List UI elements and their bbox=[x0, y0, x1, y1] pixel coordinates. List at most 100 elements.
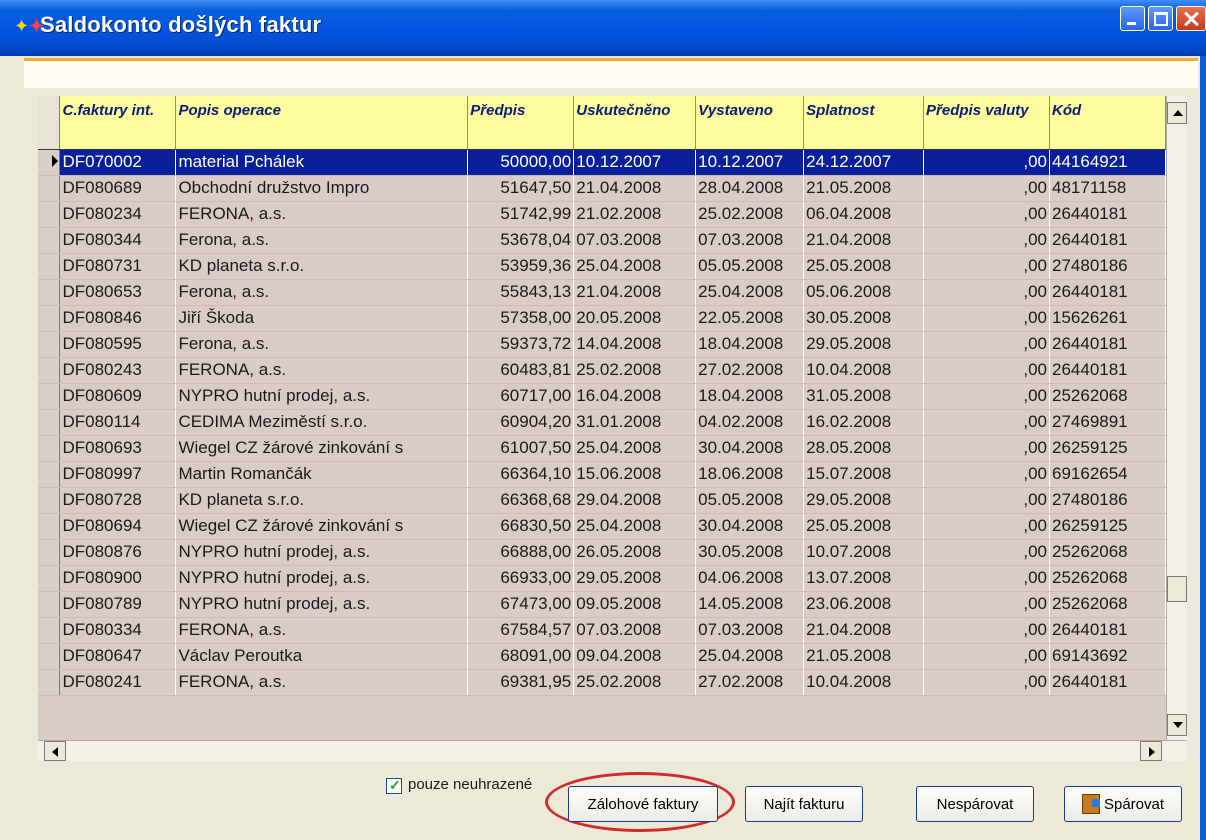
table-cell[interactable]: DF080647 bbox=[59, 643, 177, 670]
table-cell[interactable]: 26440181 bbox=[1049, 227, 1166, 254]
row-indicator[interactable] bbox=[38, 253, 61, 280]
table-cell[interactable]: Wiegel CZ žárové zinkování s bbox=[175, 513, 469, 540]
row-indicator[interactable] bbox=[38, 565, 61, 592]
horizontal-scrollbar[interactable] bbox=[38, 740, 1186, 761]
table-cell[interactable]: Václav Peroutka bbox=[175, 643, 469, 670]
table-cell[interactable]: ,00 bbox=[923, 669, 1050, 696]
table-cell[interactable]: DF080653 bbox=[59, 279, 177, 306]
row-indicator[interactable] bbox=[38, 409, 61, 436]
row-indicator[interactable] bbox=[38, 461, 61, 488]
table-cell[interactable]: 04.02.2008 bbox=[695, 409, 805, 436]
table-cell[interactable]: 69162654 bbox=[1049, 461, 1166, 488]
row-indicator[interactable] bbox=[38, 175, 61, 202]
table-cell[interactable]: 18.06.2008 bbox=[695, 461, 805, 488]
table-row[interactable]: DF080344 Ferona, a.s. 53678,04 07.03.2008 07… bbox=[38, 227, 1166, 254]
table-cell[interactable]: DF080846 bbox=[59, 305, 177, 332]
table-cell[interactable]: 29.05.2008 bbox=[803, 487, 925, 514]
table-cell[interactable]: 10.04.2008 bbox=[803, 669, 925, 696]
table-row[interactable]: DF080693 Wiegel CZ žárové zinkování s 6100… bbox=[38, 435, 1166, 462]
table-cell[interactable]: 07.03.2008 bbox=[695, 227, 805, 254]
maximize-button[interactable] bbox=[1148, 6, 1173, 31]
table-cell[interactable]: 26259125 bbox=[1049, 513, 1166, 540]
table-cell[interactable]: 60483,81 bbox=[467, 357, 575, 384]
pair-button[interactable]: Spárovat bbox=[1064, 786, 1182, 822]
table-cell[interactable]: 26440181 bbox=[1049, 617, 1166, 644]
table-cell[interactable]: ,00 bbox=[923, 565, 1050, 592]
table-cell[interactable]: 15.07.2008 bbox=[803, 461, 925, 488]
table-cell[interactable]: 27480186 bbox=[1049, 487, 1166, 514]
table-cell[interactable]: 18.04.2008 bbox=[695, 331, 805, 358]
table-cell[interactable]: DF080789 bbox=[59, 591, 177, 618]
table-cell[interactable]: NYPRO hutní prodej, a.s. bbox=[175, 539, 469, 566]
table-cell[interactable]: 21.02.2008 bbox=[573, 201, 697, 228]
row-indicator[interactable] bbox=[38, 487, 61, 514]
row-indicator[interactable] bbox=[38, 539, 61, 566]
table-cell[interactable]: ,00 bbox=[923, 227, 1050, 254]
table-cell[interactable]: 29.05.2008 bbox=[573, 565, 697, 592]
table-cell[interactable]: DF080689 bbox=[59, 175, 177, 202]
table-cell[interactable]: 05.05.2008 bbox=[695, 487, 805, 514]
scroll-down-button[interactable] bbox=[1167, 714, 1187, 736]
table-cell[interactable]: Ferona, a.s. bbox=[175, 331, 469, 358]
table-cell[interactable]: 30.05.2008 bbox=[803, 305, 925, 332]
table-cell[interactable]: NYPRO hutní prodej, a.s. bbox=[175, 565, 469, 592]
table-cell[interactable]: 28.04.2008 bbox=[695, 175, 805, 202]
row-indicator[interactable] bbox=[38, 357, 61, 384]
table-cell[interactable]: ,00 bbox=[923, 539, 1050, 566]
scroll-up-button[interactable] bbox=[1167, 102, 1187, 124]
table-row[interactable]: DF080234 FERONA, a.s. 51742,99 21.02.2008 25… bbox=[38, 201, 1166, 228]
table-cell[interactable]: ,00 bbox=[923, 149, 1050, 176]
table-cell[interactable]: ,00 bbox=[923, 409, 1050, 436]
table-cell[interactable]: DF080693 bbox=[59, 435, 177, 462]
table-row[interactable]: DF080647 Václav Peroutka 68091,00 09.04.200… bbox=[38, 643, 1166, 670]
table-cell[interactable]: 10.12.2007 bbox=[573, 149, 697, 176]
table-cell[interactable]: 27469891 bbox=[1049, 409, 1166, 436]
table-cell[interactable]: DF080344 bbox=[59, 227, 177, 254]
column-header[interactable]: Uskutečněno bbox=[573, 96, 697, 150]
table-cell[interactable]: 51647,50 bbox=[467, 175, 575, 202]
table-cell[interactable]: 06.04.2008 bbox=[803, 201, 925, 228]
table-cell[interactable]: 05.06.2008 bbox=[803, 279, 925, 306]
table-cell[interactable]: 30.04.2008 bbox=[695, 513, 805, 540]
table-cell[interactable]: ,00 bbox=[923, 279, 1050, 306]
table-cell[interactable]: 21.04.2008 bbox=[803, 227, 925, 254]
table-cell[interactable]: 57358,00 bbox=[467, 305, 575, 332]
table-cell[interactable]: 30.05.2008 bbox=[695, 539, 805, 566]
table-cell[interactable]: ,00 bbox=[923, 487, 1050, 514]
column-header[interactable]: Předpis valuty bbox=[923, 96, 1050, 150]
table-cell[interactable]: 66364,10 bbox=[467, 461, 575, 488]
table-cell[interactable]: DF080334 bbox=[59, 617, 177, 644]
table-cell[interactable]: 67584,57 bbox=[467, 617, 575, 644]
column-header[interactable]: Kód bbox=[1049, 96, 1166, 150]
table-cell[interactable]: 31.05.2008 bbox=[803, 383, 925, 410]
table-cell[interactable]: Ferona, a.s. bbox=[175, 227, 469, 254]
table-cell[interactable]: 28.05.2008 bbox=[803, 435, 925, 462]
table-cell[interactable]: 22.05.2008 bbox=[695, 305, 805, 332]
column-header[interactable]: Splatnost bbox=[803, 96, 925, 150]
table-cell[interactable]: 60717,00 bbox=[467, 383, 575, 410]
table-cell[interactable]: ,00 bbox=[923, 305, 1050, 332]
table-cell[interactable]: 26.05.2008 bbox=[573, 539, 697, 566]
table-cell[interactable]: 21.04.2008 bbox=[573, 175, 697, 202]
table-cell[interactable]: 66888,00 bbox=[467, 539, 575, 566]
table-cell[interactable]: 50000,00 bbox=[467, 149, 575, 176]
table-cell[interactable]: 26440181 bbox=[1049, 279, 1166, 306]
row-indicator[interactable] bbox=[38, 513, 61, 540]
table-cell[interactable]: 44164921 bbox=[1049, 149, 1166, 176]
table-cell[interactable]: Obchodní družstvo Impro bbox=[175, 175, 469, 202]
table-cell[interactable]: Ferona, a.s. bbox=[175, 279, 469, 306]
table-cell[interactable]: 66933,00 bbox=[467, 565, 575, 592]
table-cell[interactable]: 21.04.2008 bbox=[573, 279, 697, 306]
table-cell[interactable]: 15.06.2008 bbox=[573, 461, 697, 488]
scroll-right-button[interactable] bbox=[1140, 741, 1162, 761]
table-cell[interactable]: 25.05.2008 bbox=[803, 253, 925, 280]
row-indicator[interactable] bbox=[38, 279, 61, 306]
table-cell[interactable]: 09.04.2008 bbox=[573, 643, 697, 670]
table-cell[interactable]: FERONA, a.s. bbox=[175, 617, 469, 644]
table-cell[interactable]: Wiegel CZ žárové zinkování s bbox=[175, 435, 469, 462]
table-cell[interactable]: 10.12.2007 bbox=[695, 149, 805, 176]
table-cell[interactable]: 66368,68 bbox=[467, 487, 575, 514]
table-cell[interactable]: 14.04.2008 bbox=[573, 331, 697, 358]
table-cell[interactable]: 61007,50 bbox=[467, 435, 575, 462]
row-indicator[interactable] bbox=[38, 227, 61, 254]
